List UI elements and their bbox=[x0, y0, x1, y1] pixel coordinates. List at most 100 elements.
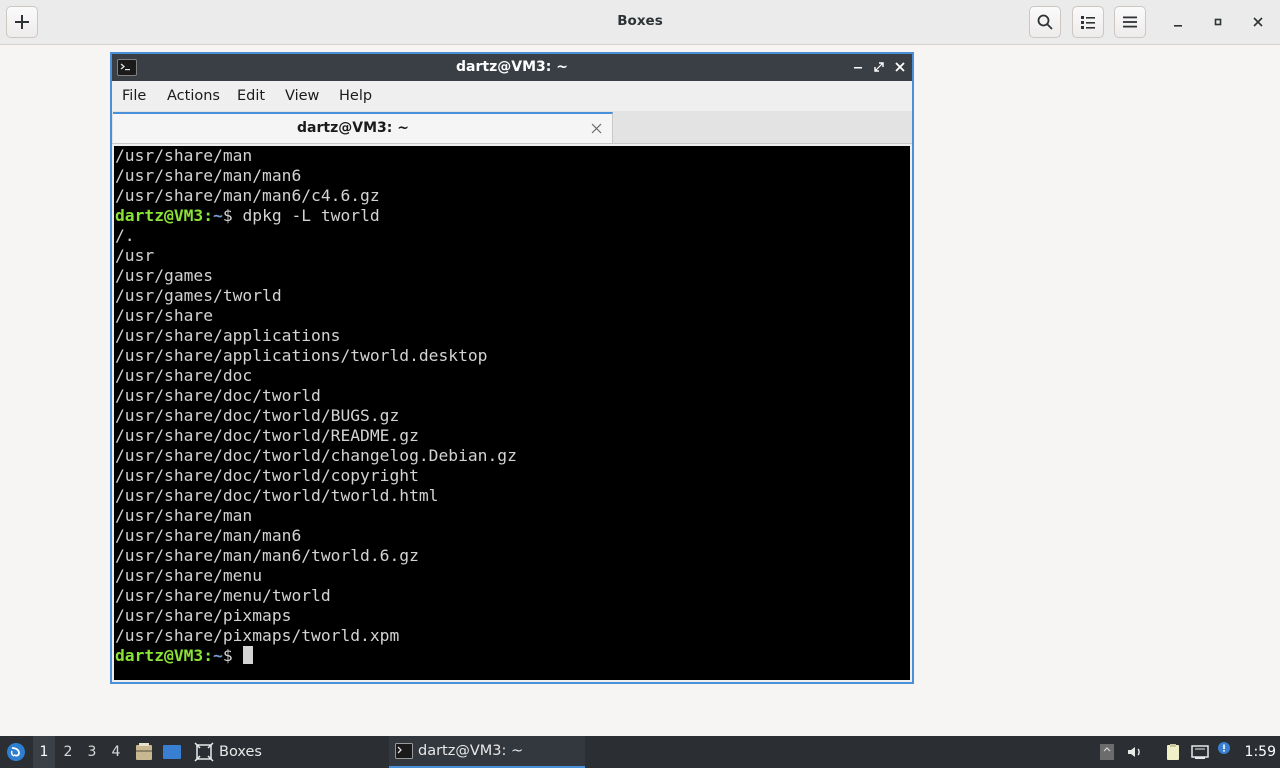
terminal-close-button[interactable] bbox=[891, 58, 909, 76]
terminal-output-line: /usr/games/tworld bbox=[115, 286, 282, 305]
close-button[interactable] bbox=[1248, 12, 1268, 32]
terminal-output-line: /usr/share/man bbox=[115, 146, 253, 165]
close-icon bbox=[895, 62, 905, 72]
close-icon bbox=[1253, 17, 1263, 27]
notification-icon bbox=[1218, 742, 1230, 754]
file-manager-launcher[interactable] bbox=[134, 742, 154, 762]
minimize-icon bbox=[1174, 25, 1182, 27]
terminal-output-line: /usr/share/doc/tworld/copyright bbox=[115, 466, 419, 485]
panel-clock[interactable]: 1:59 bbox=[1245, 736, 1276, 768]
new-box-button[interactable] bbox=[6, 6, 38, 38]
workspace-2[interactable]: 2 bbox=[57, 736, 79, 768]
workspace-3[interactable]: 3 bbox=[81, 736, 103, 768]
tray-volume[interactable] bbox=[1126, 743, 1144, 761]
plus-icon bbox=[15, 15, 29, 29]
terminal-restore-button[interactable] bbox=[870, 58, 888, 76]
tray-network[interactable] bbox=[1191, 743, 1209, 761]
boxes-icon bbox=[194, 742, 214, 762]
tray-storage[interactable] bbox=[1098, 743, 1116, 761]
terminal-prompt-line: dartz@VM3:~$ dpkg -L tworld bbox=[115, 206, 517, 226]
prompt-user: dartz@VM3 bbox=[115, 206, 204, 225]
search-button[interactable] bbox=[1029, 6, 1061, 38]
main-menu-button[interactable] bbox=[1114, 6, 1146, 38]
terminal-output-line: /usr/share bbox=[115, 306, 214, 325]
terminal-output-line: /usr/share/menu bbox=[115, 566, 263, 585]
terminal-output-line: /usr/games bbox=[115, 266, 214, 285]
prompt-command: $ dpkg -L tworld bbox=[222, 206, 380, 225]
terminal-output-line: /usr/share/applications/tworld.desktop bbox=[115, 346, 488, 365]
terminal-titlebar[interactable]: dartz@VM3: ~ bbox=[112, 54, 912, 81]
terminal-output-line: /usr/share/man/man6 bbox=[115, 526, 302, 545]
terminal-output-line: /usr/share/applications bbox=[115, 326, 341, 345]
maximize-button[interactable] bbox=[1208, 12, 1228, 32]
terminal-output-line: /usr/share/doc/tworld/tworld.html bbox=[115, 486, 439, 505]
minimize-button[interactable] bbox=[1168, 12, 1188, 32]
terminal-lines: /usr/share/man/usr/share/man/man6/usr/sh… bbox=[115, 146, 517, 666]
prompt-path: ~ bbox=[213, 646, 223, 665]
terminal-output-line: /usr/share/doc/tworld bbox=[115, 386, 321, 405]
terminal-output-line: /usr/share/man/man6 bbox=[115, 166, 302, 185]
restore-icon bbox=[874, 62, 884, 72]
terminal-output-line: /usr/share/doc/tworld/README.gz bbox=[115, 426, 419, 445]
maximize-icon bbox=[1214, 18, 1222, 26]
menu-help[interactable]: Help bbox=[339, 81, 372, 111]
terminal-output-line: /usr/share/pixmaps bbox=[115, 606, 292, 625]
task-boxes-label: Boxes bbox=[219, 744, 262, 760]
distro-logo-icon bbox=[7, 743, 25, 761]
task-boxes[interactable]: Boxes bbox=[194, 736, 262, 768]
terminal-tab[interactable]: dartz@VM3: ~ bbox=[113, 112, 613, 143]
terminal-output-line: /usr/share/man/man6/tworld.6.gz bbox=[115, 546, 419, 565]
search-icon bbox=[1037, 14, 1053, 30]
minimize-icon bbox=[854, 67, 862, 69]
terminal-output-line: /usr/share/pixmaps/tworld.xpm bbox=[115, 626, 400, 645]
tray-notifications[interactable] bbox=[1215, 740, 1233, 758]
app-menu-button[interactable] bbox=[6, 742, 26, 762]
prompt-path: ~ bbox=[213, 206, 223, 225]
menu-edit[interactable]: Edit bbox=[237, 81, 265, 111]
prompt-separator: : bbox=[203, 206, 214, 225]
view-mode-button[interactable] bbox=[1072, 6, 1104, 38]
task-terminal-label: dartz@VM3: ~ bbox=[418, 743, 524, 759]
terminal-cursor bbox=[243, 646, 254, 664]
terminal-output-line: /usr/share/menu/tworld bbox=[115, 586, 331, 605]
menu-actions[interactable]: Actions bbox=[167, 81, 220, 111]
terminal-prompt-line: dartz@VM3:~$ bbox=[115, 646, 517, 666]
list-view-icon bbox=[1081, 16, 1095, 29]
hamburger-menu-icon bbox=[1123, 16, 1137, 28]
clipboard-icon bbox=[1167, 744, 1179, 760]
terminal-tab-label: dartz@VM3: ~ bbox=[297, 120, 409, 136]
terminal-output-line: /usr/share/doc/tworld/BUGS.gz bbox=[115, 406, 400, 425]
workspace-1[interactable]: 1 bbox=[33, 736, 55, 768]
terminal-output-line: /usr/share/man/man6/c4.6.gz bbox=[115, 186, 380, 205]
taskbar-panel: 1 2 3 4 Boxes dartz@VM3: ~ 1:59 bbox=[0, 736, 1280, 768]
close-icon bbox=[591, 123, 601, 133]
boxes-header-bar: Boxes bbox=[0, 0, 1280, 45]
tab-close-button[interactable] bbox=[588, 120, 604, 136]
terminal-output-line: /usr/share/doc bbox=[115, 366, 253, 385]
tray-clipboard[interactable] bbox=[1164, 743, 1182, 761]
workspace-4[interactable]: 4 bbox=[105, 736, 127, 768]
terminal-output-line: /usr bbox=[115, 246, 155, 265]
terminal-output[interactable]: /usr/share/man/usr/share/man/man6/usr/sh… bbox=[114, 146, 910, 680]
terminal-window[interactable]: dartz@VM3: ~ File Actions Edit View Help… bbox=[110, 52, 914, 684]
prompt-command: $ bbox=[222, 646, 243, 665]
menu-file[interactable]: File bbox=[122, 81, 146, 111]
terminal-tab-strip: dartz@VM3: ~ bbox=[112, 111, 912, 144]
window-title: Boxes bbox=[617, 13, 663, 29]
terminal-title: dartz@VM3: ~ bbox=[456, 59, 568, 75]
terminal-output-line: /usr/share/man bbox=[115, 506, 253, 525]
terminal-output-line: /. bbox=[115, 226, 135, 245]
terminal-minimize-button[interactable] bbox=[849, 58, 867, 76]
terminal-icon bbox=[395, 743, 413, 759]
terminal-output-line: /usr/share/doc/tworld/changelog.Debian.g… bbox=[115, 446, 517, 465]
desktop-icon bbox=[163, 745, 181, 759]
storage-icon bbox=[1100, 744, 1114, 760]
menu-view[interactable]: View bbox=[285, 81, 319, 111]
task-terminal[interactable]: dartz@VM3: ~ bbox=[389, 736, 585, 768]
show-desktop-button[interactable] bbox=[162, 742, 182, 762]
prompt-user: dartz@VM3 bbox=[115, 646, 204, 665]
file-manager-icon bbox=[136, 743, 152, 760]
network-icon bbox=[1191, 745, 1209, 759]
terminal-app-icon bbox=[117, 59, 137, 76]
prompt-separator: : bbox=[203, 646, 214, 665]
